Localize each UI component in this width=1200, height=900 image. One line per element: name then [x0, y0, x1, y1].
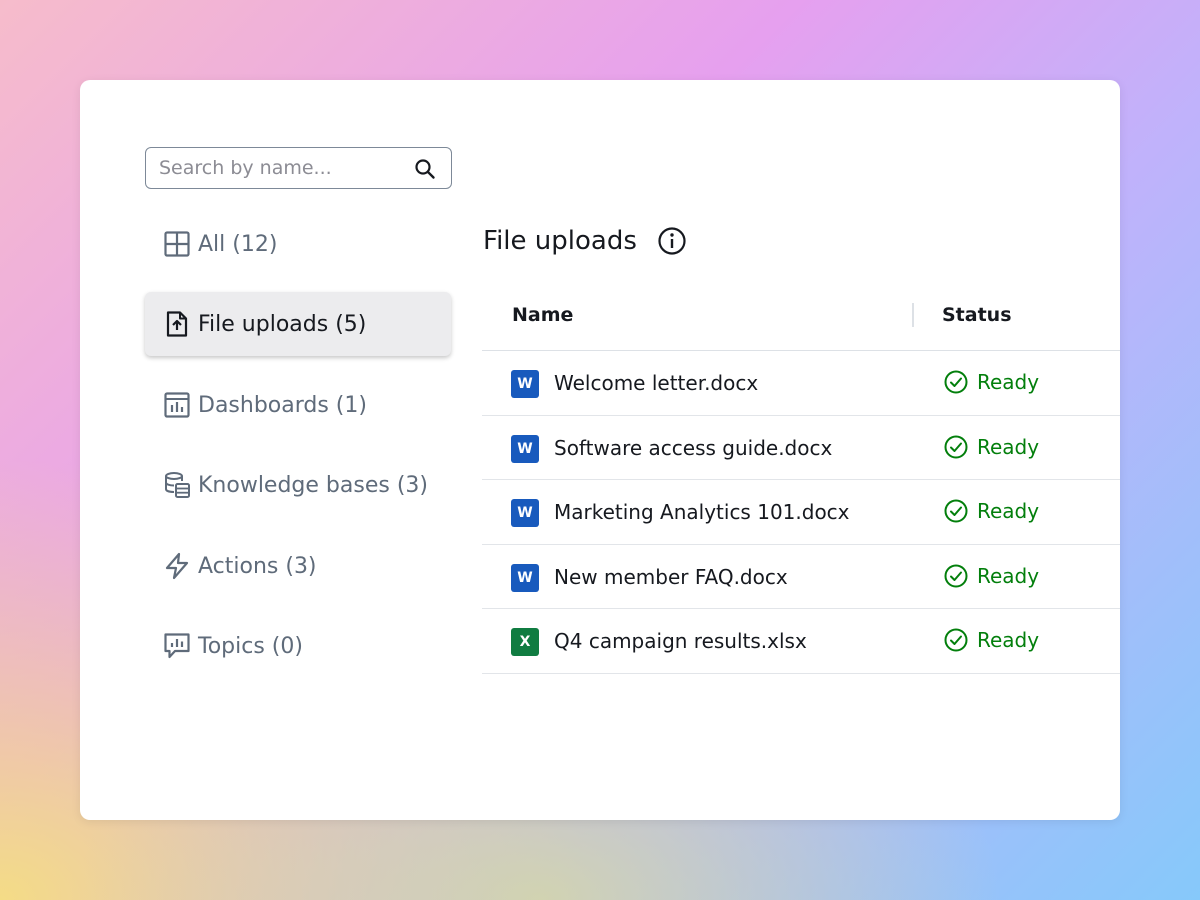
files-table: Name Status W Welcome letter.docx Ready … — [482, 285, 1120, 674]
table-row[interactable]: W New member FAQ.docx Ready — [482, 545, 1120, 609]
sidebar-item-label: File uploads (5) — [198, 311, 367, 337]
file-name[interactable]: New member FAQ.docx — [554, 565, 788, 589]
info-icon[interactable] — [657, 226, 687, 256]
check-circle-icon — [944, 628, 968, 652]
table-row[interactable]: W Software access guide.docx Ready — [482, 416, 1120, 480]
table-row[interactable]: X Q4 campaign results.xlsx Ready — [482, 609, 1120, 674]
sidebar-item-all[interactable]: All (12) — [145, 212, 452, 276]
word-file-icon: W — [511, 499, 539, 527]
status-text: Ready — [977, 628, 1040, 652]
dashboard-icon — [164, 392, 190, 418]
status-text: Ready — [977, 370, 1040, 394]
check-circle-icon — [944, 435, 968, 458]
table-header: Name Status — [482, 285, 1120, 351]
status-cell: Ready — [943, 627, 1039, 653]
word-file-icon: W — [511, 434, 539, 463]
sidebar-item-label: Actions (3) — [198, 553, 317, 579]
check-circle-icon — [944, 564, 968, 587]
grid-icon — [164, 231, 190, 257]
word-file-icon: W — [511, 370, 539, 398]
database-icon — [165, 472, 190, 498]
status-text: Ready — [977, 434, 1040, 459]
sidebar-item-label: All (12) — [198, 231, 278, 257]
chat-chart-icon — [164, 633, 190, 659]
sidebar-item-file-uploads[interactable]: File uploads (5) — [145, 292, 451, 356]
excel-file-icon: X — [511, 628, 539, 656]
sidebar-item-knowledge-bases[interactable]: Knowledge bases (3) — [145, 453, 452, 517]
status-text: Ready — [977, 499, 1040, 523]
column-resize-handle[interactable] — [912, 303, 914, 327]
column-header-name[interactable]: Name — [512, 304, 573, 326]
status-cell: Ready — [943, 498, 1039, 524]
status-cell: Ready — [943, 369, 1039, 395]
word-file-icon: W — [511, 563, 539, 592]
search-icon[interactable] — [413, 157, 437, 181]
column-header-status[interactable]: Status — [942, 304, 1012, 326]
status-text: Ready — [977, 563, 1040, 588]
sidebar-item-label: Knowledge bases (3) — [198, 472, 428, 498]
search-box[interactable] — [145, 147, 452, 189]
lightning-icon — [165, 552, 189, 580]
check-circle-icon — [944, 499, 968, 523]
status-cell: Ready — [943, 563, 1039, 589]
status-cell: Ready — [943, 434, 1039, 460]
table-row[interactable]: W Welcome letter.docx Ready — [482, 351, 1120, 416]
file-name[interactable]: Welcome letter.docx — [554, 371, 758, 395]
file-name[interactable]: Software access guide.docx — [554, 436, 832, 460]
sidebar-item-topics[interactable]: Topics (0) — [145, 614, 452, 678]
check-circle-icon — [944, 370, 968, 394]
sidebar-item-label: Topics (0) — [198, 633, 303, 659]
sidebar-item-label: Dashboards (1) — [198, 392, 367, 418]
file-name[interactable]: Marketing Analytics 101.docx — [554, 500, 850, 524]
sidebar-item-actions[interactable]: Actions (3) — [145, 534, 452, 598]
sidebar-item-dashboards[interactable]: Dashboards (1) — [145, 373, 452, 437]
page-title: File uploads — [483, 226, 637, 256]
section-header: File uploads — [483, 221, 687, 261]
file-upload-icon — [166, 311, 188, 337]
content-panel: All (12) File uploads (5) Dashboards (1) — [80, 80, 1120, 820]
file-name[interactable]: Q4 campaign results.xlsx — [554, 629, 807, 653]
table-row[interactable]: W Marketing Analytics 101.docx Ready — [482, 480, 1120, 545]
search-input[interactable] — [146, 148, 396, 188]
